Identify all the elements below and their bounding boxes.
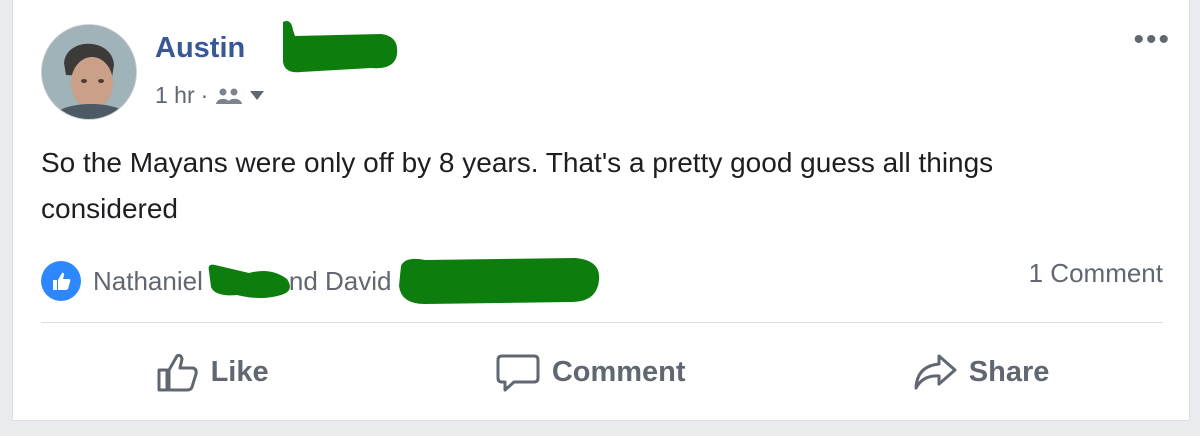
more-options-icon[interactable]: ••• bbox=[1133, 25, 1171, 55]
comment-icon bbox=[496, 354, 540, 392]
post-timestamp[interactable]: 1 hr bbox=[155, 82, 195, 109]
post-meta: 1 hr · bbox=[155, 82, 265, 109]
like-button[interactable]: Like bbox=[155, 352, 269, 392]
comment-button[interactable]: Comment bbox=[496, 352, 686, 392]
friends-icon[interactable] bbox=[214, 86, 244, 106]
share-button[interactable]: Share bbox=[913, 352, 1050, 392]
post-card: Austin 1 hr · ••• So the Mayans were onl… bbox=[12, 0, 1190, 421]
share-label: Share bbox=[968, 355, 1050, 388]
like-label: Like bbox=[210, 355, 269, 388]
avatar-photo bbox=[42, 25, 136, 119]
redaction-mark bbox=[283, 21, 398, 73]
divider bbox=[41, 322, 1163, 323]
share-icon bbox=[914, 354, 957, 390]
redaction-mark bbox=[399, 258, 600, 304]
meta-separator: · bbox=[200, 82, 209, 108]
author-name[interactable]: Austin bbox=[155, 32, 245, 65]
reactions-summary[interactable]: Nathaniel nd David bbox=[41, 254, 605, 308]
avatar[interactable] bbox=[41, 24, 137, 120]
comment-count[interactable]: 1 Comment bbox=[1029, 258, 1163, 289]
comment-label: Comment bbox=[551, 355, 686, 388]
chevron-down-icon[interactable] bbox=[250, 90, 265, 101]
like-reaction-icon bbox=[41, 261, 81, 301]
action-bar: Like Comment Share bbox=[41, 340, 1163, 404]
post-text: So the Mayans were only off by 8 years. … bbox=[41, 147, 994, 224]
redaction-mark bbox=[208, 264, 290, 298]
thumbs-up-icon bbox=[157, 353, 198, 392]
reactor-name-1[interactable]: Nathaniel bbox=[93, 266, 203, 297]
reactor-name-2[interactable]: nd David bbox=[289, 266, 392, 297]
